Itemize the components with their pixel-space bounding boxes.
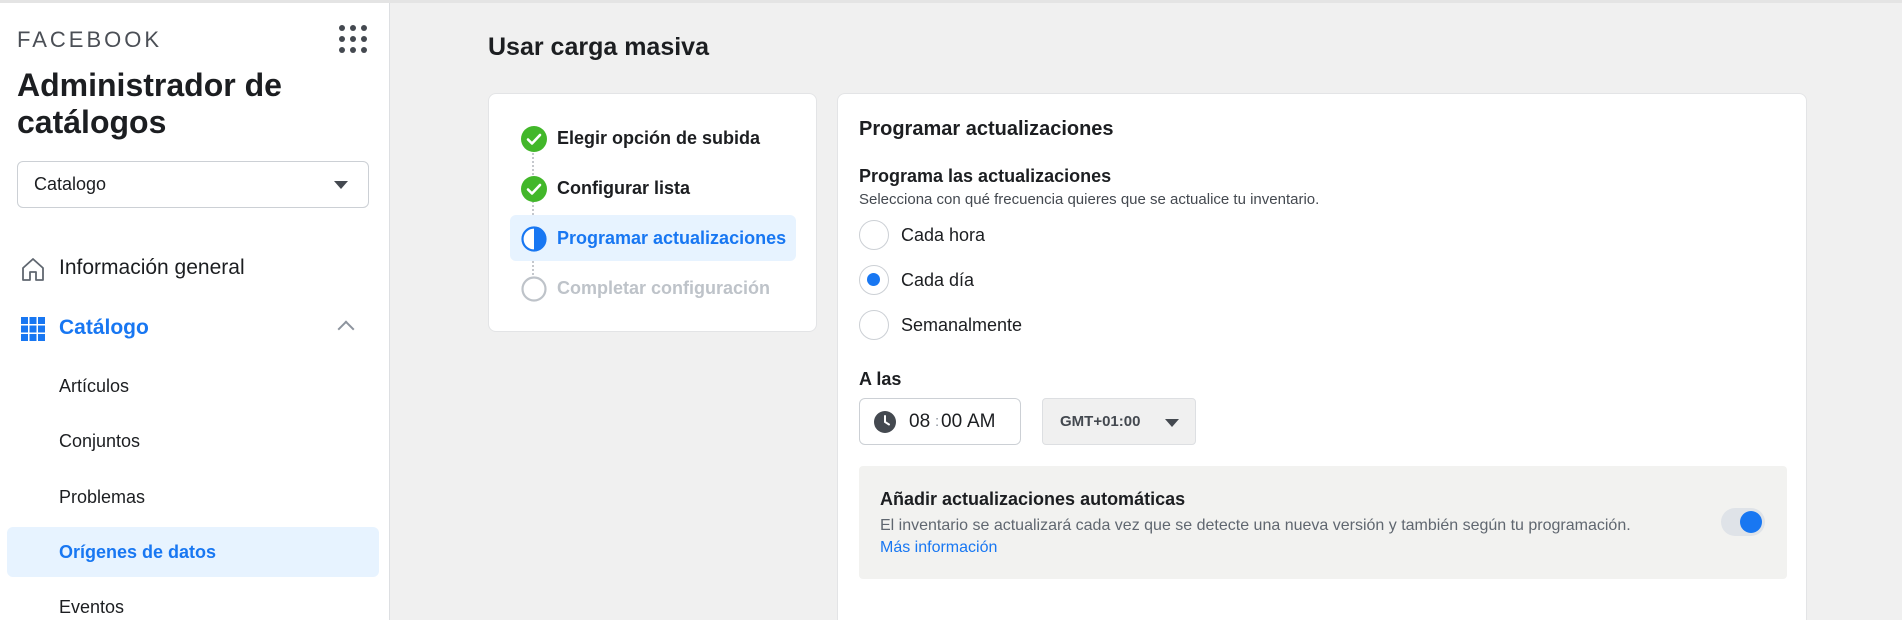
check-circle-icon <box>521 126 547 152</box>
radio-cada-hora[interactable]: Cada hora <box>859 218 1259 252</box>
radio-label: Cada día <box>901 269 975 290</box>
auto-updates-toggle[interactable] <box>1721 508 1765 536</box>
grid-icon <box>21 317 45 341</box>
sidebar-item-eventos[interactable]: Eventos <box>7 582 379 620</box>
sidebar-item-label: Artículos <box>59 375 130 396</box>
timezone-select[interactable]: GMT+01:00 <box>1042 398 1196 445</box>
schedule-card: Programar actualizaciones Programa las a… <box>837 93 1807 620</box>
nav-item-catalog[interactable]: Catálogo <box>0 306 390 350</box>
radio-label: Cada hora <box>901 224 986 245</box>
step-elegir-opcion[interactable]: Elegir opción de subida <box>510 115 796 161</box>
step-configurar-lista[interactable]: Configurar lista <box>510 165 796 211</box>
nav-item-catalog-label: Catálogo <box>59 316 149 339</box>
radio-circle[interactable] <box>859 310 889 340</box>
radio-label: Semanalmente <box>901 314 1023 335</box>
grid-apps-icon[interactable] <box>339 25 367 53</box>
radio-cada-dia[interactable]: Cada día <box>859 263 1259 297</box>
step-label: Programar actualizaciones <box>557 227 787 248</box>
time-input[interactable]: 08 : 00 AM <box>859 398 1021 445</box>
section-description: Selecciona con qué frecuencia quieres qu… <box>859 191 1320 208</box>
step-label: Elegir opción de subida <box>557 127 761 148</box>
sidebar-item-origenes-de-datos[interactable]: Orígenes de datos <box>7 527 379 577</box>
card-title: Programar actualizaciones <box>859 118 1114 140</box>
auto-updates-description: El inventario se actualizará cada vez qu… <box>880 517 1631 534</box>
home-icon <box>22 258 44 281</box>
radio-semanalmente[interactable]: Semanalmente <box>859 308 1259 342</box>
radio-circle[interactable] <box>859 220 889 250</box>
check-circle-icon <box>521 176 547 202</box>
timezone-value: GMT+01:00 <box>1060 413 1141 430</box>
clock-icon <box>874 411 896 433</box>
sidebar-item-label: Eventos <box>59 596 125 617</box>
time-minute[interactable]: 00 <box>941 411 962 433</box>
chevron-up-icon[interactable] <box>337 320 355 338</box>
nav-item-overview-label: Información general <box>59 256 245 279</box>
sidebar: FACEBOOK Administrador de catálogos Cata… <box>0 3 390 620</box>
app-title: Administrador de catálogos <box>17 67 282 140</box>
time-ampm[interactable]: AM <box>967 411 996 433</box>
empty-circle-icon <box>521 276 547 302</box>
step-programar-actualizaciones[interactable]: Programar actualizaciones <box>510 215 796 261</box>
steps-panel: Elegir opción de subida Configurar lista… <box>488 93 817 332</box>
caret-down-icon <box>334 181 348 189</box>
step-completar-configuracion[interactable]: Completar configuración <box>510 265 796 311</box>
section-title: Programa las actualizaciones <box>859 166 1112 186</box>
time-separator: : <box>935 413 940 430</box>
learn-more-link[interactable]: Más información <box>880 539 997 557</box>
sidebar-item-articulos[interactable]: Artículos <box>7 361 379 411</box>
sidebar-item-problemas[interactable]: Problemas <box>7 472 379 522</box>
half-circle-progress-icon <box>521 226 547 252</box>
catalog-select-value: Catalogo <box>34 174 107 194</box>
page-title: Usar carga masiva <box>488 33 709 61</box>
nav-item-overview[interactable]: Información general <box>0 246 390 290</box>
caret-down-icon <box>1165 419 1179 427</box>
step-label: Completar configuración <box>557 277 771 298</box>
catalog-select[interactable]: Catalogo <box>17 161 369 208</box>
sidebar-item-conjuntos[interactable]: Conjuntos <box>7 416 379 466</box>
time-hour[interactable]: 08 <box>909 411 930 433</box>
step-label: Configurar lista <box>557 177 691 198</box>
toggle-knob <box>1740 511 1762 533</box>
time-label: A las <box>859 369 902 389</box>
facebook-brand: FACEBOOK <box>17 27 163 52</box>
auto-updates-box: Añadir actualizaciones automáticas El in… <box>859 466 1787 579</box>
sidebar-item-label: Conjuntos <box>59 430 141 451</box>
radio-circle-selected[interactable] <box>859 265 889 295</box>
auto-updates-title: Añadir actualizaciones automáticas <box>880 489 1186 509</box>
sidebar-item-label: Orígenes de datos <box>59 541 217 562</box>
sidebar-item-label: Problemas <box>59 486 146 507</box>
